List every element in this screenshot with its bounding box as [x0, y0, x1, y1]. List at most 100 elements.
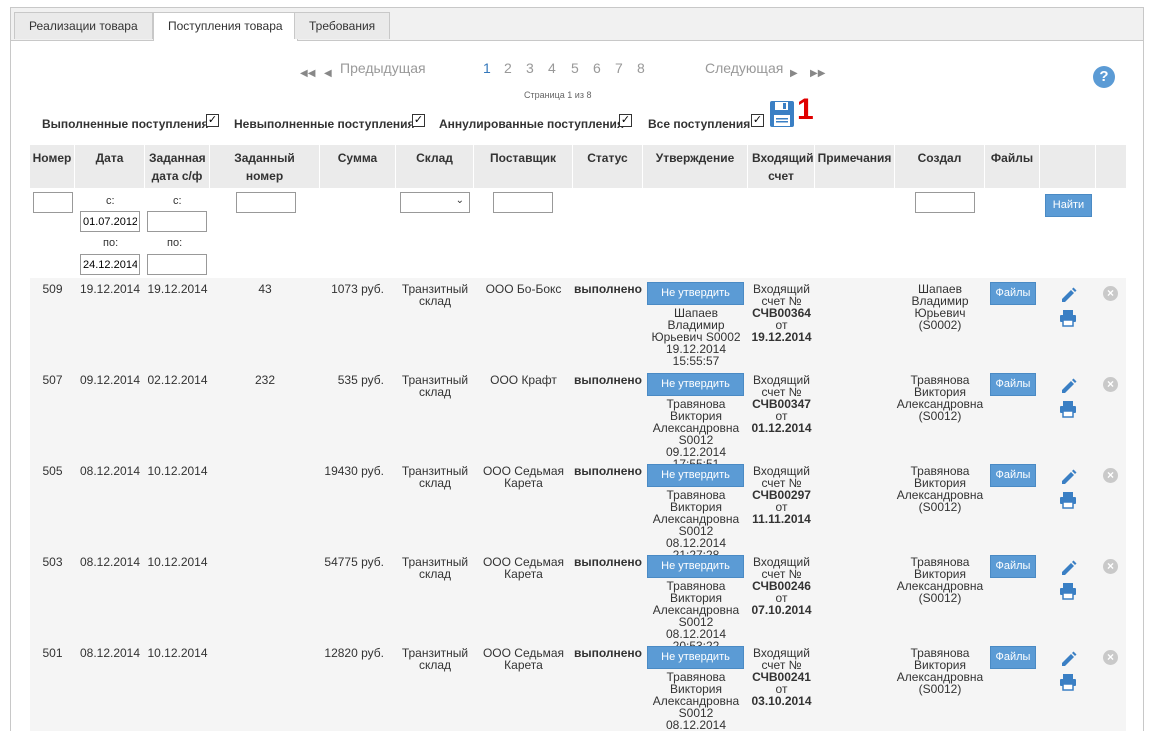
header-notes[interactable]: Примечания	[815, 145, 895, 188]
filter-done-checkbox[interactable]: ✓	[206, 114, 219, 127]
table-header: Номер Дата Заданная дата с/ф Заданный но…	[30, 145, 1126, 201]
cell-sf-date: 10.12.2014	[147, 464, 208, 478]
page-link-3[interactable]: 3	[526, 60, 534, 76]
date-to-input[interactable]	[80, 254, 140, 275]
supplier-filter-input[interactable]	[493, 192, 553, 213]
pencil-icon[interactable]	[1059, 558, 1077, 576]
prev-arrow-icon[interactable]: ◀	[324, 68, 332, 79]
files-button[interactable]: Файлы	[990, 555, 1036, 578]
unapprove-button[interactable]: Не утвердить	[647, 646, 744, 669]
find-button[interactable]: Найти	[1045, 194, 1092, 217]
page-link-7[interactable]: 7	[615, 60, 623, 76]
cell-sf-date: 19.12.2014	[147, 282, 208, 296]
filter-notdone-checkbox[interactable]: ✓	[412, 114, 425, 127]
cell-inv-num: 232	[254, 373, 276, 387]
cell-inv-num: 43	[258, 282, 272, 296]
printer-icon[interactable]	[1059, 400, 1077, 418]
files-button[interactable]: Файлы	[990, 646, 1036, 669]
delete-close-circle-icon[interactable]: ×	[1103, 650, 1118, 665]
header-files[interactable]: Файлы	[985, 145, 1040, 188]
filter-cancelled-label: Аннулированные поступления	[439, 117, 624, 131]
help-question-icon[interactable]: ?	[1093, 66, 1115, 88]
printer-icon[interactable]	[1059, 309, 1077, 327]
pencil-icon[interactable]	[1059, 467, 1077, 485]
last-page-icon[interactable]: ▶▶	[810, 68, 825, 79]
cell-incoming: Входящий счет №	[753, 373, 810, 399]
filter-cancelled-checkbox[interactable]: ✓	[619, 114, 632, 127]
pencil-icon[interactable]	[1059, 649, 1077, 667]
pencil-icon[interactable]	[1059, 376, 1077, 394]
table-row: 501 08.12.2014 10.12.2014 12820 руб. Транзит…	[30, 642, 1126, 731]
printer-icon[interactable]	[1059, 491, 1077, 509]
unapprove-button[interactable]: Не утвердить	[647, 282, 744, 305]
cell-incoming: Входящий счет №	[753, 464, 810, 490]
first-page-icon[interactable]: ◀◀	[300, 68, 315, 79]
filter-row: с: по: с: по: ⌄ Найти	[30, 188, 1126, 278]
cell-num: 501	[42, 646, 63, 660]
table-row: 505 08.12.2014 10.12.2014 19430 руб. Транзит…	[30, 460, 1126, 561]
sf-date-from-input[interactable]	[147, 211, 207, 232]
cell-incoming-date: 03.10.2014	[751, 694, 812, 708]
floppy-disk-icon[interactable]	[769, 100, 795, 128]
next-page-link[interactable]: Следующая	[705, 60, 783, 76]
cell-status: выполнено	[573, 282, 643, 296]
delete-close-circle-icon[interactable]: ×	[1103, 468, 1118, 483]
delete-close-circle-icon[interactable]: ×	[1103, 377, 1118, 392]
num-filter-input[interactable]	[33, 192, 73, 213]
tab-receipts[interactable]: Поступления товара	[153, 12, 298, 41]
header-date[interactable]: Дата	[75, 145, 145, 188]
page-link-5[interactable]: 5	[571, 60, 579, 76]
next-arrow-icon[interactable]: ▶	[790, 68, 798, 79]
header-inv-num[interactable]: Заданный номер накладной	[210, 145, 320, 201]
page-info: Страница 1 из 8	[524, 90, 592, 100]
table-body: 509 19.12.2014 19.12.2014 43 1073 руб. Транзи…	[30, 278, 1126, 731]
cell-incoming: Входящий счет №	[753, 282, 810, 308]
tab-sales[interactable]: Реализации товара	[14, 12, 153, 39]
printer-icon[interactable]	[1059, 582, 1077, 600]
date-from-input[interactable]	[80, 211, 140, 232]
page-link-8[interactable]: 8	[637, 60, 645, 76]
header-num[interactable]: Номер	[30, 145, 75, 188]
cell-supplier: ООО Бо-Бокс	[485, 282, 562, 296]
cell-supplier: ООО Седьмая Карета	[482, 464, 565, 490]
header-incoming[interactable]: Входящий счет	[748, 145, 815, 188]
cell-sum: 1073 руб.	[331, 282, 384, 296]
filter-all-checkbox[interactable]: ✓	[751, 114, 764, 127]
header-approve[interactable]: Утверждение	[643, 145, 748, 188]
cell-approver: Травянова Виктория Александровна S0012 0…	[652, 670, 740, 731]
header-store[interactable]: Склад	[396, 145, 474, 188]
header-supplier[interactable]: Поставщик	[474, 145, 573, 188]
cell-sf-date: 10.12.2014	[147, 555, 208, 569]
date-from-label: с:	[106, 195, 115, 207]
tab-requirements[interactable]: Требования	[294, 12, 391, 39]
files-button[interactable]: Файлы	[990, 373, 1036, 396]
delete-close-circle-icon[interactable]: ×	[1103, 559, 1118, 574]
files-button[interactable]: Файлы	[990, 282, 1036, 305]
cell-store: Транзитный склад	[401, 282, 469, 308]
store-select[interactable]: ⌄	[400, 192, 470, 213]
header-created[interactable]: Создал	[895, 145, 985, 188]
created-filter-input[interactable]	[915, 192, 975, 213]
header-status[interactable]: Статус	[573, 145, 643, 188]
page-link-1[interactable]: 1	[483, 60, 491, 76]
cell-num: 507	[42, 373, 63, 387]
page-link-4[interactable]: 4	[548, 60, 556, 76]
cell-sf-date: 02.12.2014	[147, 373, 208, 387]
cell-sum: 54775 руб.	[324, 555, 384, 569]
prev-page-link[interactable]: Предыдущая	[340, 60, 426, 76]
header-sum[interactable]: Сумма	[320, 145, 396, 188]
unapprove-button[interactable]: Не утвердить	[647, 464, 744, 487]
unapprove-button[interactable]: Не утвердить	[647, 373, 744, 396]
page-link-2[interactable]: 2	[504, 60, 512, 76]
sf-date-to-input[interactable]	[147, 254, 207, 275]
inv-num-filter-input[interactable]	[236, 192, 296, 213]
unapprove-button[interactable]: Не утвердить	[647, 555, 744, 578]
printer-icon[interactable]	[1059, 673, 1077, 691]
header-sf-date[interactable]: Заданная дата с/ф	[145, 145, 210, 188]
files-button[interactable]: Файлы	[990, 464, 1036, 487]
pencil-icon[interactable]	[1059, 285, 1077, 303]
cell-incoming-date: 07.10.2014	[751, 603, 812, 617]
delete-close-circle-icon[interactable]: ×	[1103, 286, 1118, 301]
cell-store: Транзитный склад	[401, 373, 469, 399]
page-link-6[interactable]: 6	[593, 60, 601, 76]
